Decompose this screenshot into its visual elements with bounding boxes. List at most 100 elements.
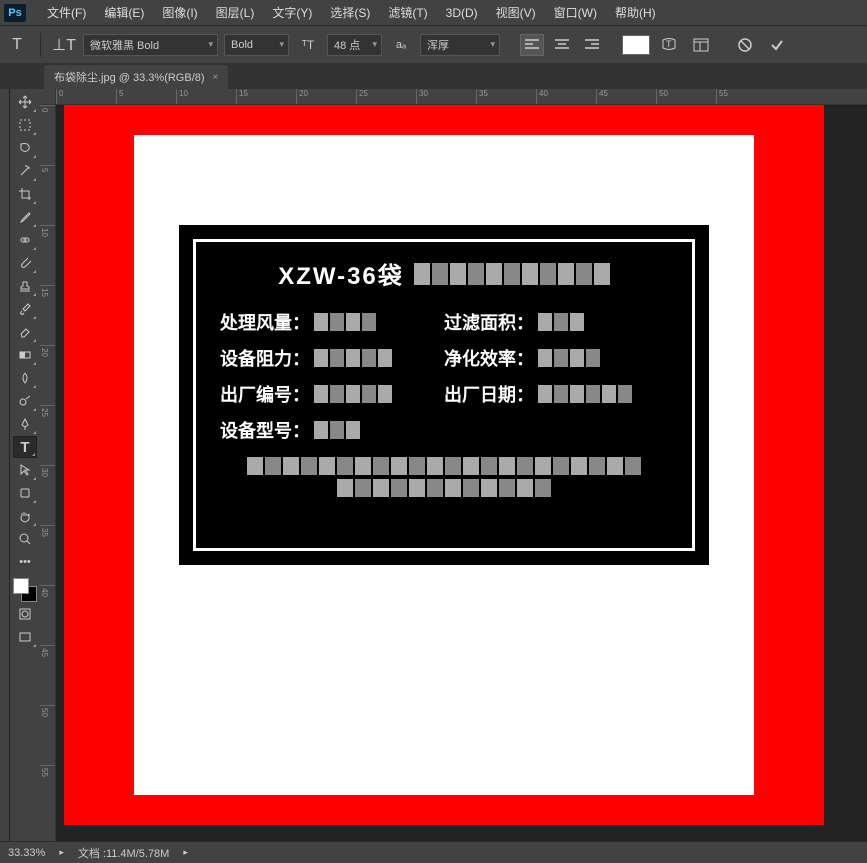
label-model: 设备型号： (220, 417, 310, 443)
zoom-tool[interactable] (13, 528, 37, 550)
font-family-dropdown[interactable]: 微软雅黑 Bold (83, 34, 218, 56)
tab-close-button[interactable]: × (213, 72, 219, 83)
ruler-tick: 45 (596, 89, 656, 104)
text-color-swatch[interactable] (622, 35, 650, 55)
redacted-block (414, 263, 610, 285)
redacted-block (314, 313, 376, 331)
menu-bar: Ps 文件(F) 编辑(E) 图像(I) 图层(L) 文字(Y) 选择(S) 滤… (0, 0, 867, 25)
label-filter-area: 过滤面积： (444, 309, 534, 335)
move-tool[interactable] (13, 91, 37, 113)
commit-button[interactable] (764, 32, 790, 58)
pen-tool[interactable] (13, 413, 37, 435)
ruler-tick: 20 (296, 89, 356, 104)
blur-tool[interactable] (13, 367, 37, 389)
eraser-tool[interactable] (13, 321, 37, 343)
menu-view[interactable]: 视图(V) (487, 4, 545, 21)
zoom-level[interactable]: 33.33% (8, 847, 45, 859)
dodge-tool[interactable] (13, 390, 37, 412)
font-size-icon: ᵀT (295, 32, 321, 58)
redacted-block (538, 385, 632, 403)
document-tab-bar: 布袋除尘.jpg @ 33.3%(RGB/8) × (0, 63, 867, 89)
eyedropper-tool[interactable] (13, 206, 37, 228)
ruler-tick: 50 (40, 705, 55, 765)
magic-wand-tool[interactable] (13, 160, 37, 182)
char-panel-button[interactable] (688, 32, 714, 58)
align-right-button[interactable] (580, 34, 604, 56)
ruler-tick: 5 (116, 89, 176, 104)
brush-tool[interactable] (13, 252, 37, 274)
ruler-corner (40, 89, 56, 105)
antialias-dropdown[interactable]: 浑厚 (420, 34, 500, 56)
history-brush-tool[interactable] (13, 298, 37, 320)
healing-tool[interactable] (13, 229, 37, 251)
canvas[interactable]: XZW-36袋 处理风量： 过滤面积： 设备阻力： 净化效率： 出厂编号： (64, 105, 824, 825)
ruler-tick: 0 (56, 89, 116, 104)
marquee-tool[interactable] (13, 114, 37, 136)
svg-text:T: T (666, 39, 672, 49)
ruler-horizontal[interactable]: 0510152025303540455055 (56, 89, 867, 105)
font-weight-dropdown[interactable]: Bold (224, 34, 289, 56)
toolbox: T ••• (10, 89, 40, 841)
ruler-tick: 15 (40, 285, 55, 345)
canvas-area: 0510152025303540455055 05101520253035404… (40, 89, 867, 841)
ruler-tick: 30 (40, 465, 55, 525)
panel-dock-left[interactable] (0, 89, 10, 841)
menu-window[interactable]: 窗口(W) (545, 4, 606, 21)
menu-select[interactable]: 选择(S) (321, 4, 379, 21)
ruler-vertical[interactable]: 0510152025303540455055 (40, 105, 56, 841)
stamp-tool[interactable] (13, 275, 37, 297)
redacted-block (538, 349, 600, 367)
align-center-button[interactable] (550, 34, 574, 56)
ruler-tick: 10 (40, 225, 55, 285)
path-select-tool[interactable] (13, 459, 37, 481)
screen-mode-button[interactable] (13, 626, 37, 648)
nameplate: XZW-36袋 处理风量： 过滤面积： 设备阻力： 净化效率： 出厂编号： (179, 225, 709, 565)
type-tool[interactable]: T (13, 436, 37, 458)
zoom-arrow-icon[interactable]: ▸ (59, 847, 64, 858)
aa-icon: aₐ (388, 32, 414, 58)
redacted-block (314, 421, 360, 439)
crop-tool[interactable] (13, 183, 37, 205)
shape-tool[interactable] (13, 482, 37, 504)
lasso-tool[interactable] (13, 137, 37, 159)
menu-file[interactable]: 文件(F) (38, 4, 95, 21)
tab-title: 布袋除尘.jpg @ 33.3%(RGB/8) (54, 69, 205, 85)
cancel-button[interactable] (732, 32, 758, 58)
menu-type[interactable]: 文字(Y) (263, 4, 321, 21)
foreground-color[interactable] (13, 578, 29, 594)
type-tool-icon: T (4, 32, 30, 58)
menu-image[interactable]: 图像(I) (153, 4, 206, 21)
workspace: T ••• 0510152025303540455055 05101520253… (0, 89, 867, 841)
label-serial: 出厂编号： (220, 381, 310, 407)
doc-arrow-icon[interactable]: ▸ (183, 847, 188, 858)
hand-tool[interactable] (13, 505, 37, 527)
redacted-block (337, 479, 551, 497)
label-resistance: 设备阻力： (220, 345, 310, 371)
menu-help[interactable]: 帮助(H) (606, 4, 665, 21)
gradient-tool[interactable] (13, 344, 37, 366)
menu-layer[interactable]: 图层(L) (207, 4, 264, 21)
font-size-dropdown[interactable]: 48 点 (327, 34, 382, 56)
separator (40, 33, 41, 57)
options-bar: T ⊥T 微软雅黑 Bold Bold ᵀT 48 点 aₐ 浑厚 T (0, 25, 867, 63)
warp-text-button[interactable]: T (656, 32, 682, 58)
ruler-tick: 40 (536, 89, 596, 104)
quick-mask-button[interactable] (13, 603, 37, 625)
document-tab[interactable]: 布袋除尘.jpg @ 33.3%(RGB/8) × (44, 65, 228, 89)
menu-3d[interactable]: 3D(D) (437, 6, 487, 20)
menu-edit[interactable]: 编辑(E) (95, 4, 153, 21)
redacted-block (247, 457, 641, 475)
color-swatches[interactable] (13, 578, 37, 602)
more-tools[interactable]: ••• (13, 551, 37, 573)
ruler-tick: 55 (716, 89, 776, 104)
orientation-icon[interactable]: ⊥T (51, 32, 77, 58)
redacted-block (538, 313, 584, 331)
doc-size: 文档 :11.4M/5.78M (78, 845, 170, 861)
ruler-tick: 15 (236, 89, 296, 104)
status-bar: 33.33% ▸ 文档 :11.4M/5.78M ▸ (0, 841, 867, 863)
redacted-block (314, 385, 392, 403)
align-left-button[interactable] (520, 34, 544, 56)
menu-filter[interactable]: 滤镜(T) (379, 4, 436, 21)
label-date: 出厂日期： (444, 381, 534, 407)
ruler-tick: 10 (176, 89, 236, 104)
